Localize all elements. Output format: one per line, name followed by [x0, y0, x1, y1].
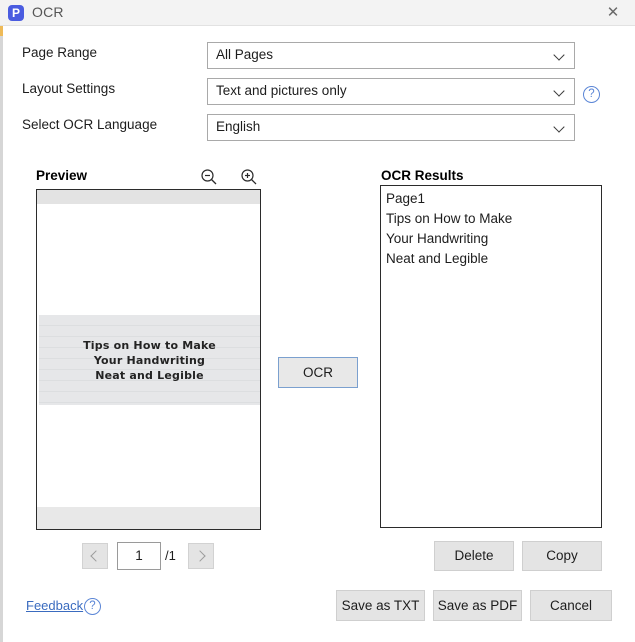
zoom-out-icon[interactable] — [199, 167, 219, 187]
chevron-down-icon — [555, 87, 565, 97]
feedback-link[interactable]: Feedback — [26, 598, 83, 613]
layout-settings-select[interactable]: Text and pictures only — [207, 78, 575, 105]
page-range-select[interactable]: All Pages — [207, 42, 575, 69]
help-icon[interactable]: ? — [583, 86, 600, 103]
layout-settings-value: Text and pictures only — [216, 83, 347, 98]
ocr-language-value: English — [216, 119, 260, 134]
ocr-language-select[interactable]: English — [207, 114, 575, 141]
ocr-button[interactable]: OCR — [278, 357, 358, 388]
window-edge-fill — [3, 26, 5, 642]
preview-doc-line: Neat and Legible — [95, 368, 204, 383]
layout-settings-label: Layout Settings — [22, 81, 115, 96]
page-range-value: All Pages — [216, 47, 273, 62]
save-as-txt-button[interactable]: Save as TXT — [336, 590, 425, 621]
close-icon[interactable]: ✕ — [593, 0, 633, 26]
page-number-input[interactable]: 1 — [117, 542, 161, 570]
previous-page-button[interactable] — [82, 543, 108, 569]
save-as-pdf-button[interactable]: Save as PDF — [433, 590, 522, 621]
preview-document-image: Tips on How to Make Your Handwriting Nea… — [39, 315, 260, 405]
ocr-result-line: Your Handwriting — [386, 229, 596, 249]
next-page-button[interactable] — [188, 543, 214, 569]
preview-band-bottom — [37, 507, 260, 529]
chevron-down-icon — [555, 51, 565, 61]
layout-settings-row: Layout Settings Text and pictures only ? — [22, 78, 612, 104]
page-range-label: Page Range — [22, 45, 97, 60]
ocr-results-textarea[interactable]: Page1 Tips on How to Make Your Handwriti… — [380, 185, 602, 528]
title-bar: P OCR ✕ — [0, 0, 635, 26]
chevron-down-icon — [555, 123, 565, 133]
preview-band-top — [37, 190, 260, 204]
zoom-in-icon[interactable] — [239, 167, 259, 187]
preview-heading: Preview — [36, 168, 87, 183]
chevron-left-icon — [90, 550, 101, 561]
help-icon[interactable]: ? — [84, 598, 101, 615]
ocr-result-line: Tips on How to Make — [386, 209, 596, 229]
cancel-button[interactable]: Cancel — [530, 590, 612, 621]
delete-button[interactable]: Delete — [434, 541, 514, 571]
copy-button[interactable]: Copy — [522, 541, 602, 571]
chevron-right-icon — [194, 550, 205, 561]
window-title: OCR — [32, 4, 64, 20]
preview-panel[interactable]: Tips on How to Make Your Handwriting Nea… — [36, 189, 261, 530]
preview-doc-line: Tips on How to Make — [83, 338, 216, 353]
ocr-result-line: Neat and Legible — [386, 249, 596, 269]
page-range-row: Page Range All Pages — [22, 42, 612, 68]
pdf-app-icon: P — [8, 5, 24, 21]
ocr-results-heading: OCR Results — [381, 168, 464, 183]
ocr-language-row: Select OCR Language English — [22, 114, 612, 140]
preview-doc-line: Your Handwriting — [94, 353, 205, 368]
page-total-label: /1 — [165, 548, 176, 563]
ocr-language-label: Select OCR Language — [22, 117, 157, 132]
ocr-result-line: Page1 — [386, 189, 596, 209]
